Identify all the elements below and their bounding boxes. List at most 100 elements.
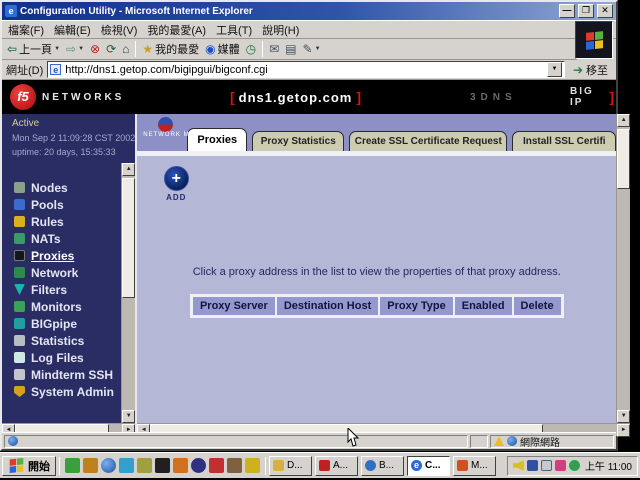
sidebar: Active Mon Sep 2 11:09:28 CST 2002 uptim… xyxy=(2,114,135,423)
stop-button[interactable]: ⊗ xyxy=(90,43,100,55)
column-header-destination-host[interactable]: Destination Host xyxy=(276,296,379,316)
taskbar-window-button-4-active[interactable]: eC... xyxy=(407,456,450,476)
back-button[interactable]: ⇦ 上一頁 ▼ xyxy=(7,41,60,57)
history-button[interactable]: ◷ xyxy=(246,43,256,55)
menu-help[interactable]: 說明(H) xyxy=(262,22,299,38)
add-proxy-button[interactable]: + ADD xyxy=(153,166,199,202)
forward-button[interactable]: ⇨ ▼ xyxy=(66,43,84,55)
mail-button[interactable]: ✉ xyxy=(269,43,279,55)
restore-icon[interactable]: ❐ xyxy=(578,4,594,18)
column-header-enabled[interactable]: Enabled xyxy=(454,296,513,316)
scroll-down-icon[interactable]: ▼ xyxy=(617,410,630,423)
tab-install-ssl-certificate[interactable]: Install SSL Certifi xyxy=(512,131,616,151)
taskbar-window-buttons: D... A... B... eC... M... xyxy=(269,456,496,476)
tab-create-ssl-certificate-request[interactable]: Create SSL Certificate Request xyxy=(349,131,507,151)
sidebar-item-label: System Admin xyxy=(31,385,114,399)
scroll-down-icon[interactable]: ▼ xyxy=(122,410,135,423)
quick-launch-icon-2[interactable] xyxy=(83,458,98,473)
print-button[interactable]: ▤ xyxy=(285,43,296,55)
favorites-button[interactable]: ★ 我的最愛 xyxy=(142,41,199,57)
taskbar-window-button-5[interactable]: M... xyxy=(453,456,496,476)
tab-proxy-statistics[interactable]: Proxy Statistics xyxy=(252,131,344,151)
volume-icon[interactable] xyxy=(513,460,524,471)
menu-favorites[interactable]: 我的最愛(A) xyxy=(147,22,206,38)
quick-launch-icon-7[interactable] xyxy=(173,458,188,473)
quick-launch-icon-10[interactable] xyxy=(227,458,242,473)
quick-launch-icon-11[interactable] xyxy=(245,458,260,473)
network-map-button[interactable]: NETWORK MAP xyxy=(143,117,187,138)
taskbar-clock[interactable]: 上午 11:00 xyxy=(583,458,632,473)
tray-icon-4[interactable] xyxy=(555,460,566,471)
content-scroll-track[interactable] xyxy=(617,127,630,410)
pools-icon xyxy=(14,199,25,210)
address-label: 網址(D) xyxy=(6,62,43,78)
content-vertical-scrollbar[interactable]: ▲ ▼ xyxy=(616,114,630,423)
menu-view[interactable]: 檢視(V) xyxy=(101,22,138,38)
taskbar-window-button-2[interactable]: A... xyxy=(315,456,358,476)
menu-edit[interactable]: 編輯(E) xyxy=(54,22,91,38)
nodes-icon xyxy=(14,182,25,193)
stop-icon: ⊗ xyxy=(90,43,100,55)
taskbar-window-button-3[interactable]: B... xyxy=(361,456,404,476)
menu-tools[interactable]: 工具(T) xyxy=(216,22,252,38)
menu-file[interactable]: 檔案(F) xyxy=(8,22,44,38)
address-input[interactable]: e http://dns1.getop.com/bigipgui/bigconf… xyxy=(47,61,565,78)
home-button[interactable]: ⌂ xyxy=(122,43,129,55)
status-active: Active xyxy=(12,118,135,129)
sidebar-item-rules[interactable]: Rules xyxy=(14,213,121,230)
display-icon[interactable] xyxy=(541,460,552,471)
address-url[interactable]: http://dns1.getop.com/bigipgui/bigconf.c… xyxy=(65,64,267,76)
sidebar-vertical-scrollbar[interactable]: ▲ ▼ xyxy=(121,163,135,423)
back-dropdown-icon[interactable]: ▼ xyxy=(54,46,60,52)
scroll-right-icon[interactable]: ► xyxy=(617,424,630,437)
sidebar-item-system-admin[interactable]: System Admin xyxy=(14,383,121,400)
quick-launch-icon-8[interactable] xyxy=(191,458,206,473)
sidebar-item-label: Statistics xyxy=(31,334,84,348)
sidebar-item-filters[interactable]: Filters xyxy=(14,281,121,298)
minimize-icon[interactable]: — xyxy=(559,4,575,18)
ie-app-icon: e xyxy=(5,5,17,17)
sidebar-item-pools[interactable]: Pools xyxy=(14,196,121,213)
forward-dropdown-icon[interactable]: ▼ xyxy=(78,46,84,52)
quick-launch-icon-9[interactable] xyxy=(209,458,224,473)
security-zone-cell: 網際網路 xyxy=(490,435,614,448)
edit-dropdown-icon[interactable]: ▼ xyxy=(315,46,321,52)
sidebar-item-mindterm-ssh[interactable]: Mindterm SSH xyxy=(14,366,121,383)
sidebar-item-nats[interactable]: NATs xyxy=(14,230,121,247)
sidebar-item-log-files[interactable]: Log Files xyxy=(14,349,121,366)
scroll-up-icon[interactable]: ▲ xyxy=(617,114,630,127)
refresh-button[interactable]: ⟳ xyxy=(106,43,116,55)
column-header-proxy-type[interactable]: Proxy Type xyxy=(379,296,454,316)
scroll-up-icon[interactable]: ▲ xyxy=(122,163,135,176)
tray-icon-2[interactable] xyxy=(527,460,538,471)
go-button[interactable]: ➔ 移至 xyxy=(569,62,612,78)
forward-icon: ⇨ xyxy=(66,43,76,55)
start-button[interactable]: 開始 xyxy=(2,456,56,476)
sidebar-scroll-thumb[interactable] xyxy=(122,178,135,298)
address-dropdown-icon[interactable]: ▼ xyxy=(547,62,562,77)
quick-launch-icon-6[interactable] xyxy=(155,458,170,473)
column-header-delete[interactable]: Delete xyxy=(513,296,562,316)
quick-launch-icon-1[interactable] xyxy=(65,458,80,473)
sidebar-item-statistics[interactable]: Statistics xyxy=(14,332,121,349)
media-button[interactable]: ◉ 媒體 xyxy=(205,41,239,57)
system-tray: 上午 11:00 xyxy=(507,456,638,476)
quick-launch-icon-4[interactable] xyxy=(119,458,134,473)
sidebar-item-nodes[interactable]: Nodes xyxy=(14,179,121,196)
document-icon xyxy=(8,436,18,446)
content-scroll-thumb[interactable] xyxy=(617,129,630,189)
close-icon[interactable]: ✕ xyxy=(597,4,613,18)
edit-button[interactable]: ✎ ▼ xyxy=(303,43,321,55)
sidebar-scroll-track[interactable] xyxy=(122,176,135,410)
sidebar-item-proxies[interactable]: Proxies xyxy=(14,247,121,264)
taskbar-window-button-1[interactable]: D... xyxy=(269,456,312,476)
go-icon: ➔ xyxy=(573,63,583,77)
sidebar-item-monitors[interactable]: Monitors xyxy=(14,298,121,315)
quick-launch-icon-5[interactable] xyxy=(137,458,152,473)
tray-icon-5[interactable] xyxy=(569,460,580,471)
go-label: 移至 xyxy=(586,62,608,78)
column-header-proxy-server[interactable]: Proxy Server xyxy=(192,296,276,316)
sidebar-item-network[interactable]: Network xyxy=(14,264,121,281)
quick-launch-icon-3[interactable] xyxy=(101,458,116,473)
sidebar-item-bigpipe[interactable]: BIGpipe xyxy=(14,315,121,332)
